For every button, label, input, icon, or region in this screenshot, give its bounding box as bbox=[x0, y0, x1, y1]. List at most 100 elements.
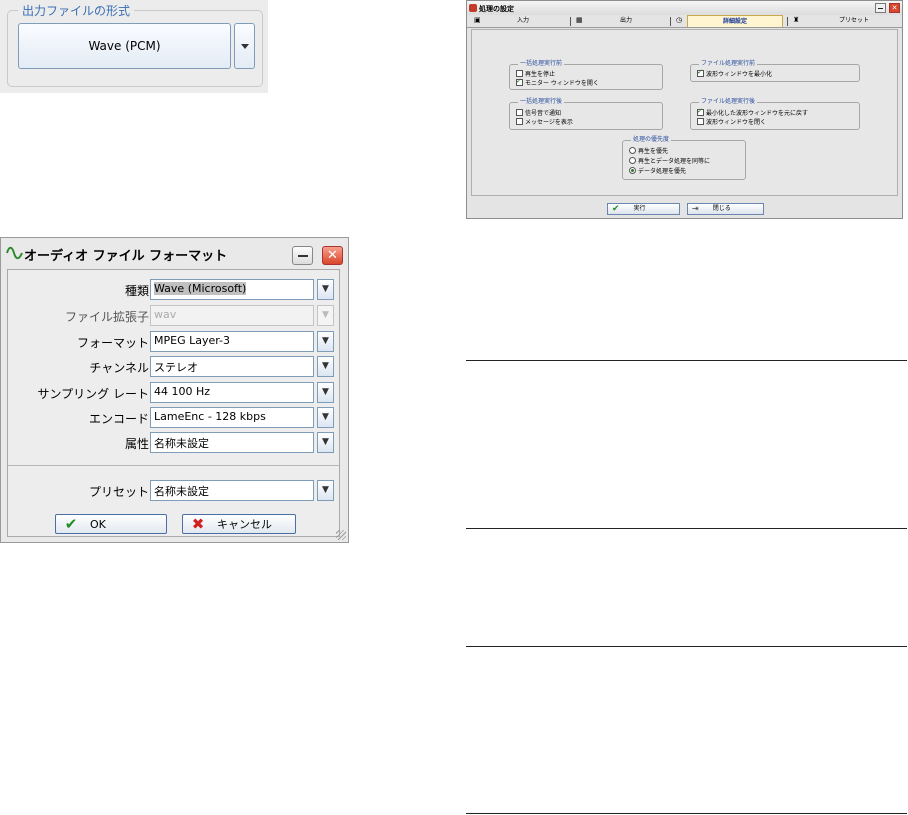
save-icon: ▦ bbox=[576, 16, 583, 24]
radio-playback-priority[interactable]: 再生を優先 bbox=[629, 147, 669, 155]
preset-icon: ♜ bbox=[793, 16, 800, 24]
tab-divider bbox=[570, 17, 571, 26]
chevron-down-icon: ▼ bbox=[322, 437, 329, 447]
run-button[interactable]: ✔ 実行 bbox=[607, 203, 680, 215]
format-select[interactable]: MPEG Layer-3 bbox=[150, 331, 314, 352]
checkbox-label: 波形ウィンドウを最小化 bbox=[706, 71, 773, 78]
checkbox-restore-wave[interactable]: 最小化した波形ウィンドウを元に戻す bbox=[697, 107, 808, 117]
chevron-down-icon: ▼ bbox=[322, 485, 329, 495]
output-format-value: Wave (PCM) bbox=[88, 39, 161, 53]
group-legend: 処理の優先度 bbox=[631, 136, 672, 144]
close-dialog-button[interactable]: ⇥ 閉じる bbox=[687, 203, 764, 215]
radio-equal-priority[interactable]: 再生とデータ処理を同等に bbox=[629, 157, 710, 165]
divider-line bbox=[466, 813, 907, 814]
preset-label: プリセット bbox=[88, 485, 149, 499]
output-format-dropdown-button[interactable] bbox=[234, 23, 255, 69]
checkbox-beep[interactable]: 信号音で通知 bbox=[516, 109, 562, 117]
sample-rate-select[interactable]: 44 100 Hz bbox=[150, 382, 314, 403]
field-row-preset: プリセット 名称未設定 ▼ bbox=[8, 480, 339, 502]
checkbox-open-monitor[interactable]: モニター ウィンドウを開く bbox=[516, 77, 599, 87]
close-button[interactable]: ✕ bbox=[889, 3, 900, 13]
group-after-file: ファイル処理実行後 最小化した波形ウィンドウを元に戻す 波形ウィンドウを閉く bbox=[690, 98, 860, 130]
tab-advanced[interactable]: 詳細設定 bbox=[687, 15, 783, 27]
minimize-button[interactable] bbox=[292, 246, 313, 265]
chevron-down-icon: ▼ bbox=[322, 361, 329, 371]
field-value: 名称未設定 bbox=[154, 485, 209, 498]
tab-divider bbox=[670, 17, 671, 26]
group-legend: ファイル処理実行後 bbox=[699, 98, 758, 106]
checkbox-stop-playback[interactable]: 再生を停止 bbox=[516, 70, 556, 78]
field-row-format: フォーマット MPEG Layer-3 ▼ bbox=[8, 331, 339, 353]
radio-button[interactable] bbox=[629, 167, 636, 174]
preset-dropdown-button[interactable]: ▼ bbox=[317, 480, 334, 501]
resize-grip[interactable] bbox=[336, 530, 346, 540]
minimize-button[interactable] bbox=[875, 3, 886, 13]
output-format-panel: 出力ファイルの形式 Wave (PCM) bbox=[0, 0, 268, 93]
preset-select[interactable]: 名称未設定 bbox=[150, 480, 314, 501]
field-label: フォーマット bbox=[76, 336, 149, 350]
field-label: 種類 bbox=[124, 284, 149, 298]
chevron-down-icon: ▼ bbox=[322, 412, 329, 422]
field-label: 属性 bbox=[124, 437, 149, 451]
checkbox-box[interactable] bbox=[697, 68, 704, 77]
checkbox-box[interactable] bbox=[516, 77, 523, 86]
checkbox-box[interactable] bbox=[516, 70, 523, 77]
divider-line bbox=[466, 646, 907, 647]
extension-dropdown-button: ▼ bbox=[317, 305, 334, 326]
checkbox-label: 再生を停止 bbox=[525, 71, 556, 78]
ok-button[interactable]: ✔ OK bbox=[55, 514, 167, 534]
group-after-batch: 一括処理実行後 信号音で通知 メッセージを表示 bbox=[509, 98, 663, 130]
checkbox-box[interactable] bbox=[697, 118, 704, 125]
chevron-down-icon: ▼ bbox=[322, 310, 329, 320]
tab-preset[interactable]: プリセット bbox=[839, 15, 869, 27]
tab-output[interactable]: 出力 bbox=[620, 15, 632, 27]
output-format-select[interactable]: Wave (PCM) bbox=[18, 23, 231, 69]
group-legend: 一括処理実行後 bbox=[518, 98, 565, 106]
checkbox-label: 信号音で通知 bbox=[525, 110, 562, 117]
group-before-batch: 一括処理実行前 再生を停止 モニター ウィンドウを開く bbox=[509, 60, 663, 90]
divider-line bbox=[466, 528, 907, 529]
cancel-button[interactable]: ✖ キャンセル bbox=[182, 514, 296, 534]
tab-input[interactable]: 入力 bbox=[517, 15, 529, 27]
checkbox-box[interactable] bbox=[516, 118, 523, 125]
type-dropdown-button[interactable]: ▼ bbox=[317, 279, 334, 300]
type-select[interactable]: Wave (Microsoft) bbox=[150, 279, 314, 300]
checkbox-box[interactable] bbox=[516, 109, 523, 116]
radio-button[interactable] bbox=[629, 157, 636, 164]
checkbox-label: メッセージを表示 bbox=[525, 119, 573, 126]
exit-door-icon: ⇥ bbox=[692, 204, 699, 213]
encode-dropdown-button[interactable]: ▼ bbox=[317, 407, 334, 428]
radio-button[interactable] bbox=[629, 147, 636, 154]
close-button[interactable]: ✕ bbox=[322, 246, 343, 265]
checkbox-minimize-wave[interactable]: 波形ウィンドウを最小化 bbox=[697, 68, 773, 78]
processing-settings-dialog: 処理の設定 ✕ ▣ 入力 ▦ 出力 ◷ 詳細設定 ♜ プリセット 一括処理実行前… bbox=[466, 0, 903, 219]
group-legend: ファイル処理実行前 bbox=[699, 60, 758, 68]
radio-label: 再生を優先 bbox=[638, 148, 669, 155]
ok-label: OK bbox=[90, 517, 106, 531]
attribute-select[interactable]: 名称未設定 bbox=[150, 432, 314, 453]
checkbox-close-wave[interactable]: 波形ウィンドウを閉く bbox=[697, 118, 766, 126]
advanced-settings-panel: 一括処理実行前 再生を停止 モニター ウィンドウを開く ファイル処理実行前 波形… bbox=[471, 29, 898, 196]
field-value: 名称未設定 bbox=[154, 437, 209, 450]
field-row-extension: ファイル拡張子 wav ▼ bbox=[8, 305, 339, 327]
field-label: サンプリング レート bbox=[37, 387, 149, 401]
group-priority: 処理の優先度 再生を優先 再生とデータ処理を同等に データ処理を優先 bbox=[622, 136, 746, 180]
checkbox-box[interactable] bbox=[697, 107, 704, 116]
encode-select[interactable]: LameEnc - 128 kbps bbox=[150, 407, 314, 428]
group-legend: 一括処理実行前 bbox=[518, 60, 565, 68]
tab-divider bbox=[787, 17, 788, 26]
radio-data-priority[interactable]: データ処理を優先 bbox=[629, 167, 686, 175]
sample-rate-dropdown-button[interactable]: ▼ bbox=[317, 382, 334, 403]
channel-dropdown-button[interactable]: ▼ bbox=[317, 356, 334, 377]
divider-line bbox=[466, 360, 907, 361]
field-label: エンコード bbox=[88, 412, 149, 426]
dialog-title: オーディオ ファイル フォーマット bbox=[24, 249, 228, 264]
extension-select: wav bbox=[150, 305, 314, 326]
checkbox-show-message[interactable]: メッセージを表示 bbox=[516, 118, 573, 126]
channel-select[interactable]: ステレオ bbox=[150, 356, 314, 377]
close-icon: ✕ bbox=[891, 4, 898, 12]
attribute-dropdown-button[interactable]: ▼ bbox=[317, 432, 334, 453]
chevron-down-icon: ▼ bbox=[322, 387, 329, 397]
format-dropdown-button[interactable]: ▼ bbox=[317, 331, 334, 352]
field-row-type: 種類 Wave (Microsoft) ▼ bbox=[8, 279, 339, 301]
